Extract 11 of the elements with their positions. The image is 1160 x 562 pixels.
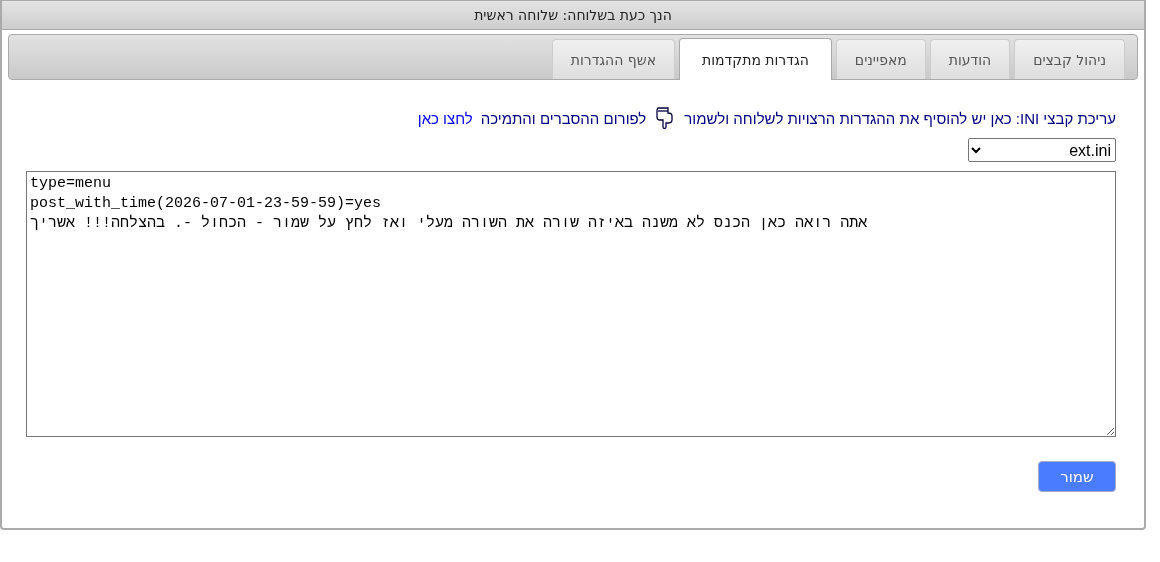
window-title: הנך כעת בשלוחה: שלוחה ראשית: [474, 7, 672, 23]
tab[interactable]: אשף ההגדרות: [551, 39, 676, 79]
save-button[interactable]: שמור: [1038, 461, 1116, 492]
tab[interactable]: ניהול קבצים: [1014, 39, 1125, 79]
notice-text: עריכת קבצי INI: כאן יש להוסיף את ההגדרות הרצויות לשלוחה ולשמור: [684, 109, 1116, 127]
tab[interactable]: מאפיינים: [835, 39, 926, 79]
forum-text: לפורום ההסברים והתמיכה: [480, 109, 647, 127]
file-select[interactable]: ext.ini: [968, 138, 1116, 162]
tab[interactable]: הגדרות מתקדמות: [679, 38, 832, 80]
tab[interactable]: הודעות: [929, 39, 1011, 79]
forum-link[interactable]: לחצו כאן: [417, 109, 473, 127]
